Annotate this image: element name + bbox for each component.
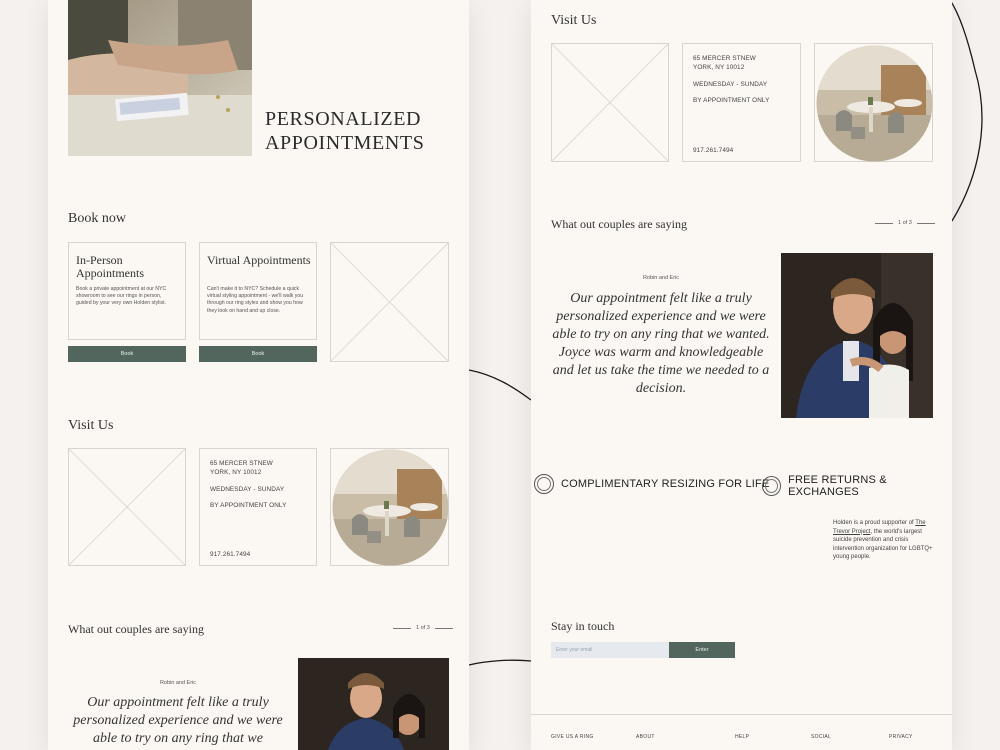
showroom-card [814,43,933,162]
map-placeholder [68,448,186,566]
email-input[interactable]: Enter your email [551,642,669,658]
image-placeholder [330,242,449,362]
feature-label: COMPLIMENTARY RESIZING FOR LIFE [561,478,770,490]
right-page: Visit Us 65 MERCER STNEW YORK, NY 10012 … [531,0,952,750]
testimonial-quote: Our appointment felt like a truly person… [73,695,283,746]
couple-photo [781,253,933,418]
trevor-support-text: Holden is a proud supporter of The Trevo… [833,519,933,562]
showroom-photo [816,45,933,162]
stay-in-touch-heading: Stay in touch [551,619,615,633]
footer-about[interactable]: ABOUT [636,734,655,740]
testimonial-quote: Our appointment felt like a truly person… [552,291,770,396]
phone-number[interactable]: 917.261.7494 [693,147,733,155]
virtual-book-button[interactable]: Book [199,346,317,362]
ring-icon [534,474,554,494]
left-page: PERSONALIZED APPOINTMENTS Book now In-Pe… [48,0,469,750]
book-now-heading: Book now [68,211,126,226]
couple-photo [298,658,449,750]
in-person-book-button[interactable]: Book [68,346,186,362]
reviewer-name: Robin and Eric [159,680,197,686]
support-text-pre: Holden is a proud supporter of [833,520,914,526]
enter-button[interactable]: Enter [669,642,735,658]
opening-days: WEDNESDAY - SUNDAY [210,486,285,493]
testimonial-pager[interactable]: 1 of 3 [875,220,935,226]
feature-label: FREE RETURNS & EXCHANGES [788,474,887,498]
reviewer-name: Robin and Eric [642,275,680,281]
visit-us-heading: Visit Us [551,13,597,28]
testimonial-pager[interactable]: 1 of 3 [393,625,453,631]
by-appointment: BY APPOINTMENT ONLY [693,97,770,104]
visit-us-heading: Visit Us [68,418,114,433]
address-line1: 65 MERCER STNEW [693,55,756,62]
card-text: Can't make it to NYC? Schedule a quick v… [207,286,304,314]
arrow-left-icon[interactable] [875,222,893,224]
showroom-card [330,448,449,566]
testimonials-heading: What out couples are saying [68,622,204,636]
arrow-right-icon[interactable] [916,222,935,224]
hero-title: PERSONALIZED APPOINTMENTS [265,108,425,154]
feature-returns: FREE RETURNS & EXCHANGES [762,474,952,498]
address-card: 65 MERCER STNEW YORK, NY 10012 WEDNESDAY… [199,448,317,566]
pager-label: 1 of 3 [416,625,430,631]
feature-resizing: COMPLIMENTARY RESIZING FOR LIFE [534,474,770,494]
virtual-card: Virtual Appointments Can't make it to NY… [199,242,317,340]
footer-give-us-a-ring[interactable]: GIVE US A RING [551,734,594,740]
arrow-left-icon[interactable] [393,627,411,629]
footer-divider [531,714,952,715]
card-title: In-Person Appointments [76,253,144,280]
address-line2: YORK, NY 10012 [210,469,262,476]
opening-days: WEDNESDAY - SUNDAY [693,81,768,88]
in-person-card: In-Person Appointments Book a private ap… [68,242,186,340]
footer-help[interactable]: HELP [735,734,749,740]
map-placeholder [551,43,669,162]
footer-privacy[interactable]: PRIVACY [889,734,913,740]
pager-label: 1 of 3 [898,220,912,226]
showroom-photo [332,449,449,566]
card-title: Virtual Appointments [207,253,311,267]
hero-photo [68,0,252,156]
card-text: Book a private appointment at our NYC sh… [76,286,167,307]
ring-icon [762,476,782,496]
testimonials-heading: What out couples are saying [551,217,687,231]
address-line1: 65 MERCER STNEW [210,460,273,467]
by-appointment: BY APPOINTMENT ONLY [210,502,287,509]
address-card: 65 MERCER STNEW YORK, NY 10012 WEDNESDAY… [682,43,801,162]
address-line2: YORK, NY 10012 [693,64,745,71]
phone-number[interactable]: 917.261.7494 [210,551,250,559]
footer-social[interactable]: SOCIAL [811,734,831,740]
arrow-right-icon[interactable] [434,627,453,629]
